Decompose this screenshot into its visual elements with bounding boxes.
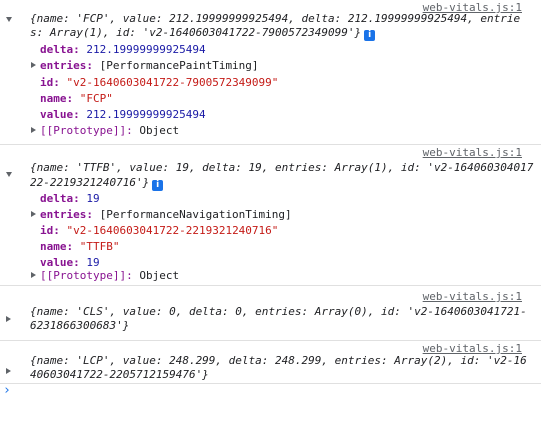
object-summary-line-1[interactable]: {name: 'LCP', value: 248.299, delta: 248… xyxy=(30,354,527,367)
property-key: [[Prototype]] xyxy=(40,124,127,137)
property-key: value xyxy=(40,108,74,121)
property-row-name: name: "TTFB" xyxy=(40,240,120,253)
summary-text: s: Array(1), id: 'v2-1640603041722-79005… xyxy=(30,26,362,39)
property-key: id xyxy=(40,76,54,89)
property-key: name xyxy=(40,240,67,253)
expand-triangle-icon[interactable] xyxy=(31,62,36,68)
summary-text: 22-2219321240716'} xyxy=(30,176,150,189)
object-summary-line-1[interactable]: {name: 'TTFB', value: 19, delta: 19, ent… xyxy=(30,161,533,174)
property-value: 19 xyxy=(86,192,100,205)
console-message-fcp: web-vitals.js:1 {name: 'FCP', value: 212… xyxy=(0,0,541,145)
property-value: 212.19999999925494 xyxy=(86,108,206,121)
summary-text: 40603041722-2205712159476'} xyxy=(30,368,209,381)
property-row-delta: delta: 19 xyxy=(40,192,100,205)
collapse-triangle-icon[interactable] xyxy=(6,172,12,177)
property-value: "TTFB" xyxy=(79,240,120,253)
property-key: [[Prototype]] xyxy=(40,269,127,282)
property-value: 212.19999999925494 xyxy=(86,43,206,56)
property-row-name: name: "FCP" xyxy=(40,92,113,105)
property-value: 19 xyxy=(86,256,100,269)
summary-text: {name: 'LCP', value: 248.299, delta: 248… xyxy=(30,354,527,367)
property-row-entries[interactable]: entries: [PerformanceNavigationTiming] xyxy=(40,208,292,221)
info-icon[interactable]: i xyxy=(364,30,376,41)
property-key: entries xyxy=(40,59,87,72)
property-row-id: id: "v2-1640603041722-7900572349099" xyxy=(40,76,279,89)
console-prompt-icon[interactable]: › xyxy=(3,383,11,398)
object-summary-line-1[interactable]: {name: 'FCP', value: 212.19999999925494,… xyxy=(30,12,520,25)
property-key: delta xyxy=(40,192,74,205)
object-summary-line-1[interactable]: {name: 'CLS', value: 0, delta: 0, entrie… xyxy=(30,305,527,318)
expand-triangle-icon[interactable] xyxy=(31,211,36,217)
property-value: "v2-1640603041722-2219321240716" xyxy=(66,224,279,237)
object-summary-line-2[interactable]: 22-2219321240716'} i xyxy=(30,176,164,191)
summary-text: {name: 'TTFB', value: 19, delta: 19, ent… xyxy=(30,161,534,174)
property-value: Object xyxy=(139,124,180,137)
source-link[interactable]: web-vitals.js:1 xyxy=(423,146,522,159)
object-summary-line-2[interactable]: 40603041722-2205712159476'} xyxy=(30,368,209,381)
expand-triangle-icon[interactable] xyxy=(6,368,11,374)
summary-text: 6231866300683'} xyxy=(30,319,130,332)
property-row-entries[interactable]: entries: [PerformancePaintTiming] xyxy=(40,59,259,72)
console-message-ttfb: web-vitals.js:1 {name: 'TTFB', value: 19… xyxy=(0,145,541,286)
console-message-cls: web-vitals.js:1 {name: 'CLS', value: 0, … xyxy=(0,286,541,341)
summary-text: {name: 'CLS', value: 0, delta: 0, entrie… xyxy=(30,305,527,318)
collapse-triangle-icon[interactable] xyxy=(6,17,12,22)
object-summary-line-2[interactable]: 6231866300683'} xyxy=(30,319,129,332)
object-summary-line-2[interactable]: s: Array(1), id: 'v2-1640603041722-79005… xyxy=(30,26,376,41)
property-row-value: value: 19 xyxy=(40,256,100,269)
property-row-delta: delta: 212.19999999925494 xyxy=(40,43,206,56)
expand-triangle-icon[interactable] xyxy=(31,127,36,133)
property-key: id xyxy=(40,224,54,237)
property-value: [PerformanceNavigationTiming] xyxy=(99,208,292,221)
summary-text: {name: 'FCP', value: 212.19999999925494,… xyxy=(30,12,521,25)
property-row-value: value: 212.19999999925494 xyxy=(40,108,206,121)
info-icon[interactable]: i xyxy=(152,180,164,191)
property-value: "v2-1640603041722-7900572349099" xyxy=(66,76,279,89)
expand-triangle-icon[interactable] xyxy=(6,316,11,322)
property-value: Object xyxy=(139,269,180,282)
property-value: [PerformancePaintTiming] xyxy=(99,59,259,72)
property-key: delta xyxy=(40,43,74,56)
property-value: "FCP" xyxy=(79,92,113,105)
console-message-lcp: web-vitals.js:1 {name: 'LCP', value: 248… xyxy=(0,341,541,384)
property-row-id: id: "v2-1640603041722-2219321240716" xyxy=(40,224,279,237)
property-key: name xyxy=(40,92,67,105)
property-key: entries xyxy=(40,208,87,221)
expand-triangle-icon[interactable] xyxy=(31,272,36,278)
property-row-prototype[interactable]: [[Prototype]]: Object xyxy=(40,269,179,282)
property-key: value xyxy=(40,256,74,269)
property-row-prototype[interactable]: [[Prototype]]: Object xyxy=(40,124,179,137)
source-link[interactable]: web-vitals.js:1 xyxy=(423,290,522,303)
